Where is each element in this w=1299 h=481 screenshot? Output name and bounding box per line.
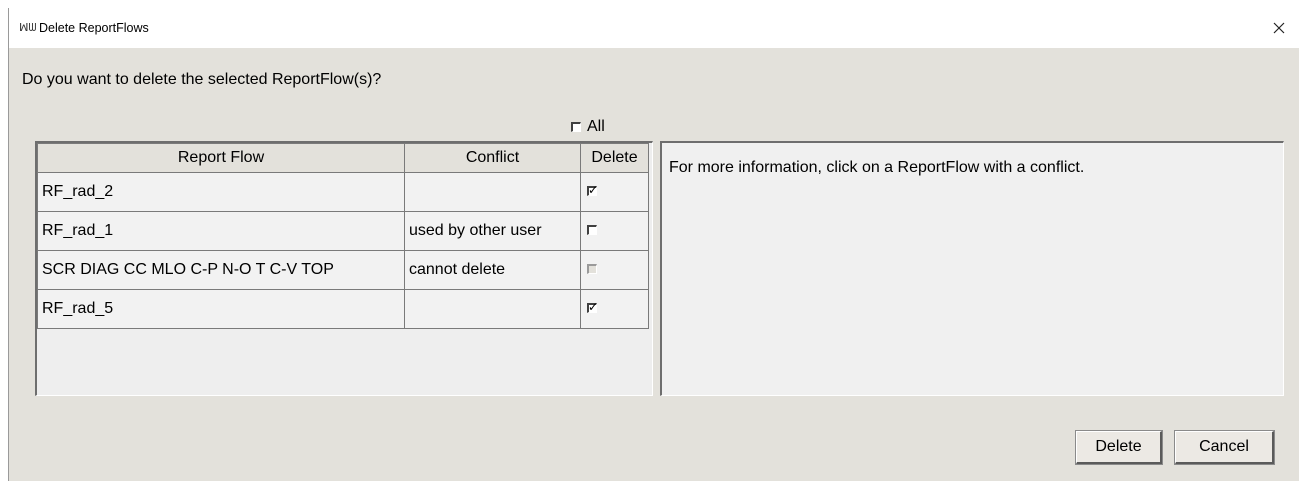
delete-checkbox[interactable]: ✓ <box>587 183 599 197</box>
window-title: Delete ReportFlows <box>39 21 149 35</box>
checkmark-icon: ✓ <box>588 183 599 197</box>
select-all-checkbox[interactable]: All <box>571 118 605 136</box>
delete-checkbox[interactable]: ✓ <box>587 300 599 314</box>
table-row[interactable]: SCR DIAG CC MLO C-P N-O T C-V TOP cannot… <box>37 250 649 290</box>
delete-checkbox-disabled <box>587 264 597 274</box>
select-all-label: All <box>587 118 605 135</box>
conflict-cell[interactable] <box>404 172 581 212</box>
table-header-row: Report Flow Conflict Delete <box>37 143 649 173</box>
delete-button[interactable]: Delete <box>1075 430 1163 465</box>
report-flow-cell[interactable]: RF_rad_5 <box>37 289 405 329</box>
confirmation-question: Do you want to delete the selected Repor… <box>22 71 382 88</box>
checkmark-icon: ✓ <box>588 300 599 314</box>
table-row[interactable]: RF_rad_2 ✓ <box>37 172 649 212</box>
info-text: For more information, click on a ReportF… <box>669 159 1085 176</box>
app-logo-icon: ꟽᗯ <box>19 21 37 34</box>
title-bar: ꟽᗯ Delete ReportFlows <box>9 8 1299 48</box>
table-row[interactable]: RF_rad_5 ✓ <box>37 289 649 329</box>
select-all-checkbox-box[interactable] <box>571 122 581 132</box>
report-flow-cell[interactable]: RF_rad_2 <box>37 172 405 212</box>
delete-cell[interactable] <box>580 211 649 251</box>
delete-cell[interactable]: ✓ <box>580 172 649 212</box>
delete-cell <box>580 250 649 290</box>
cancel-button[interactable]: Cancel <box>1174 430 1275 465</box>
info-panel: For more information, click on a ReportF… <box>660 141 1284 396</box>
close-icon <box>1273 22 1285 34</box>
delete-reportflows-dialog: ꟽᗯ Delete ReportFlows Do you want to del… <box>8 8 1299 481</box>
conflict-cell[interactable] <box>404 289 581 329</box>
conflict-cell[interactable]: cannot delete <box>404 250 581 290</box>
conflict-cell[interactable]: used by other user <box>404 211 581 251</box>
reportflow-table: Report Flow Conflict Delete RF_rad_2 ✓ R… <box>37 143 649 329</box>
close-button[interactable] <box>1259 8 1299 48</box>
column-header-report-flow[interactable]: Report Flow <box>37 143 405 173</box>
report-flow-cell[interactable]: SCR DIAG CC MLO C-P N-O T C-V TOP <box>37 250 405 290</box>
delete-checkbox[interactable] <box>587 225 597 235</box>
column-header-conflict[interactable]: Conflict <box>404 143 581 173</box>
delete-cell[interactable]: ✓ <box>580 289 649 329</box>
table-row[interactable]: RF_rad_1 used by other user <box>37 211 649 251</box>
report-flow-cell[interactable]: RF_rad_1 <box>37 211 405 251</box>
reportflow-table-panel: Report Flow Conflict Delete RF_rad_2 ✓ R… <box>35 141 653 396</box>
column-header-delete[interactable]: Delete <box>580 143 649 173</box>
